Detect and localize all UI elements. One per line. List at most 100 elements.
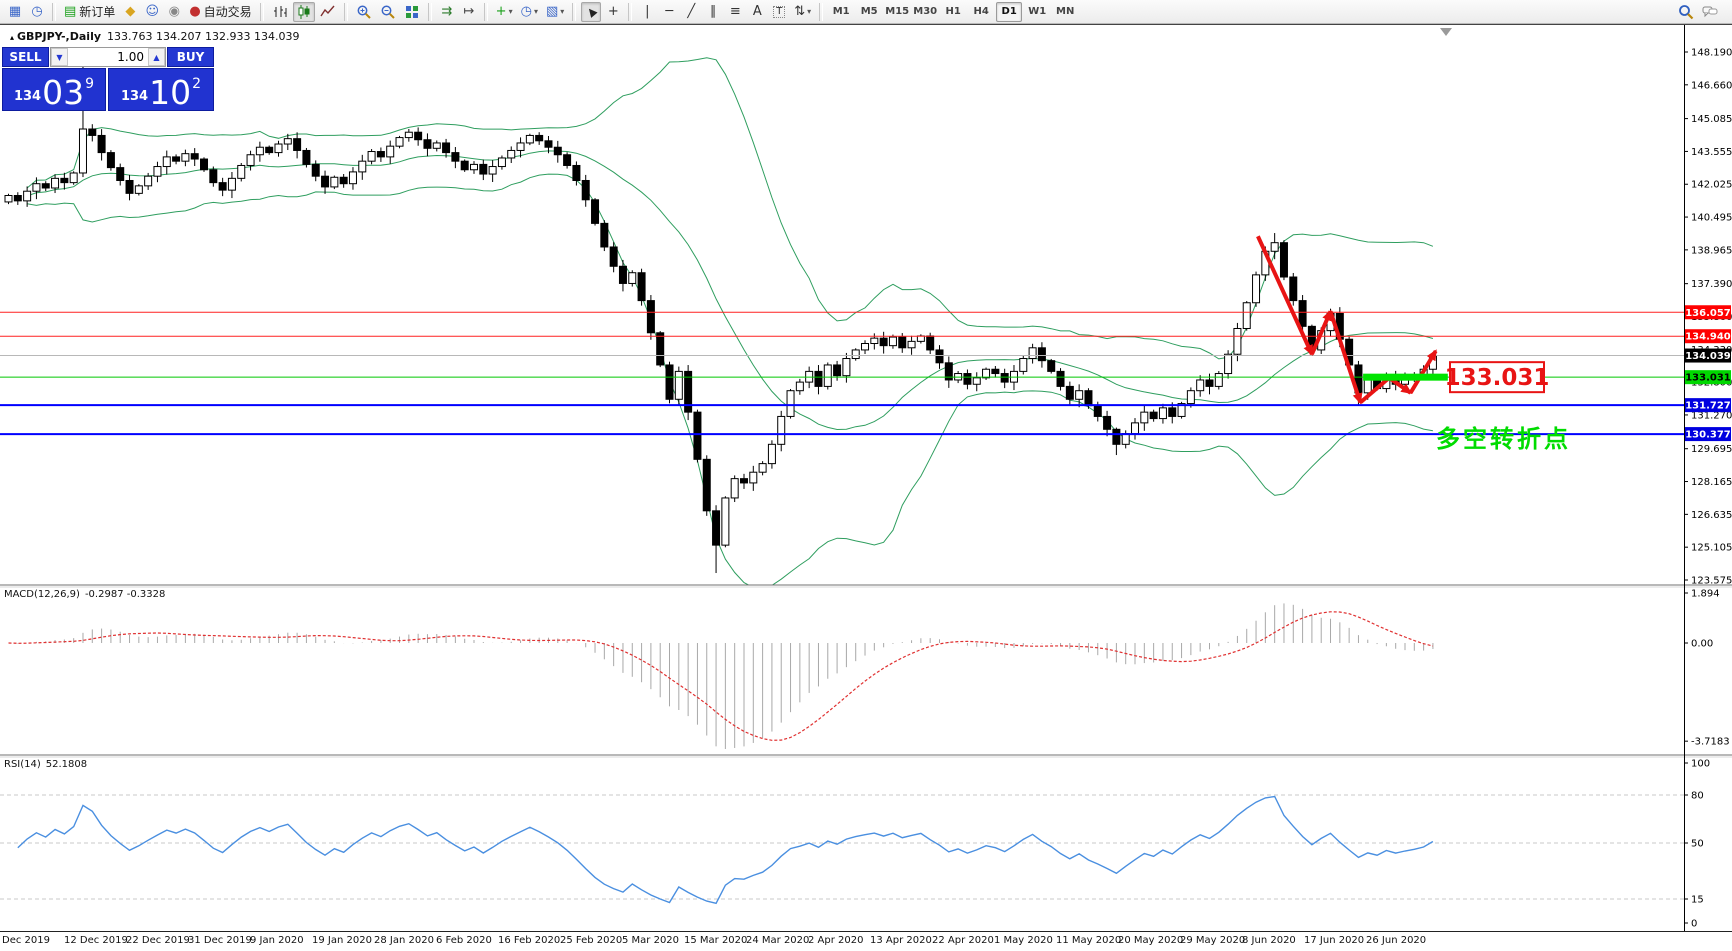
main-pane[interactable]: 133.031 多空转折点 [0, 57, 1684, 588]
auto-scroll-icon: ⇉ [441, 4, 453, 19]
sell-quote[interactable]: 134 03 9 [2, 68, 106, 111]
candlestick-chart-icon [298, 4, 310, 19]
timeframe-h4-button[interactable]: H4 [968, 2, 994, 22]
candlestick-chart-button[interactable] [292, 1, 315, 22]
chart-symbol: GBPJPY-,Daily [17, 30, 102, 43]
timeframe-d1-button[interactable]: D1 [996, 1, 1023, 22]
toolbar-separator [819, 2, 824, 21]
auto-scroll-button[interactable]: ⇉ [437, 2, 457, 22]
equidistant-channel-button[interactable]: ∥ [703, 2, 723, 22]
price-tick: 123.575 [1691, 575, 1732, 586]
toolbar-separator [483, 2, 488, 21]
sell-price-prefix: 134 [13, 89, 42, 104]
expert-advisor-icon: ☺ [145, 4, 160, 19]
volume-stepper[interactable]: ▼ 1.00 ▲ [50, 47, 166, 67]
bar-chart-button[interactable] [269, 2, 291, 22]
volume-value[interactable]: 1.00 [68, 48, 148, 66]
price-tick: 148.190 [1691, 48, 1732, 59]
crosshair-button[interactable]: + [603, 2, 623, 22]
horizontal-line-button[interactable]: ─ [659, 2, 679, 22]
timeframe-m1-button[interactable]: M1 [828, 2, 854, 22]
tile-windows-button[interactable] [401, 2, 423, 22]
timeframe-m5-button[interactable]: M5 [856, 2, 882, 22]
volume-increase-button[interactable]: ▲ [148, 48, 165, 66]
macd-label: MACD(12,26,9) -0.2987 -0.3328 [4, 589, 166, 600]
horizontal-line-icon: ─ [665, 4, 674, 19]
volume-decrease-button[interactable]: ▼ [51, 48, 68, 66]
buy-button[interactable]: BUY [167, 47, 214, 67]
macd-scale-tick: 0.00 [1691, 639, 1713, 650]
timeframe-m15-button[interactable]: M15 [884, 2, 910, 22]
chart-title: ▴ GBPJPY-,Daily 133.763 134.207 132.933 13… [10, 30, 299, 43]
price-badge: 133.031 [1685, 373, 1731, 384]
toolbar-separator [628, 2, 633, 21]
text-icon: A [752, 4, 762, 19]
fibonacci-button[interactable]: ≡ [725, 2, 745, 22]
date-tick: 15 Mar 2020 [684, 935, 748, 946]
eraser-icon: ◆ [125, 4, 136, 19]
new-order-icon: ▤ [64, 4, 77, 19]
profiles-button[interactable]: ◷ [27, 2, 47, 22]
timeframe-h1-button[interactable]: H1 [940, 2, 966, 22]
price-badge: 136.057 [1685, 308, 1731, 319]
chart-canvas[interactable]: 133.031 多空转折点 148.190 146.660 145.085 143.555… [0, 25, 1732, 950]
date-axis[interactable]: Dec 2019 12 Dec 2019 22 Dec 2019 31 Dec 201… [0, 931, 1732, 951]
vertical-line-button[interactable]: | [637, 2, 657, 22]
price-tick: 137.390 [1691, 279, 1732, 290]
templates-button[interactable]: ▧ ▾ [543, 2, 567, 22]
toolbar: ▦ ◷ ▤ 新订单 ◆ ☺ ◉ ● 自动交易 ⇉ ↦ + ▾ ◷ ▾ ▧ ▾ ▲ + | ─ ╱ ∥ ≡ A T ⇅ ▾ M1 M5 M15… [0, 0, 1732, 24]
signal-button[interactable]: ◉ [164, 2, 184, 22]
sell-button[interactable]: SELL [2, 47, 49, 67]
eraser-button[interactable]: ◆ [120, 2, 140, 22]
text-button[interactable]: A [747, 2, 767, 22]
sell-price-big: 03 [42, 72, 85, 112]
rsi-scale-tick: 15 [1691, 895, 1704, 906]
indicators-icon: + [495, 4, 507, 19]
line-chart-button[interactable] [317, 2, 339, 22]
indicators-button[interactable]: + ▾ [493, 2, 516, 22]
chart-shift-marker[interactable] [1440, 28, 1452, 36]
text-label-button[interactable]: T [769, 2, 789, 22]
macd-scale-tick: -3.7183 [1691, 737, 1730, 748]
rsi-value: 52.1808 [45, 759, 88, 770]
chevron-down-icon: ▾ [807, 7, 812, 16]
new-window-button[interactable]: ▦ [5, 2, 25, 22]
chevron-down-icon: ▾ [533, 7, 538, 16]
cursor-button[interactable]: ▲ [581, 1, 602, 22]
auto-trading-icon: ● [189, 4, 201, 19]
auto-trading-button[interactable]: ● 自动交易 [186, 2, 254, 22]
toolbar-separator [427, 2, 432, 21]
timeframe-m30-button[interactable]: M30 [912, 2, 938, 22]
bollinger-middle-band[interactable] [26, 150, 1434, 431]
bull-bear-turning-point-note[interactable]: 多空转折点 [1436, 425, 1571, 453]
chat-button[interactable] [1699, 2, 1721, 22]
new-order-button[interactable]: ▤ 新订单 [61, 2, 118, 22]
macd-signal-line [8, 611, 1434, 741]
price-axis[interactable]: 148.190 146.660 145.085 143.555 142.025 140.4… [1684, 48, 1732, 930]
trendline-button[interactable]: ╱ [681, 2, 701, 22]
date-tick: 9 Jan 2020 [250, 935, 304, 946]
bollinger-upper-band[interactable] [26, 57, 1434, 360]
timeframe-w1-button[interactable]: W1 [1024, 2, 1050, 22]
vertical-line-icon: | [645, 4, 650, 19]
date-tick: 6 Feb 2020 [436, 935, 492, 946]
support-level-bar[interactable] [1363, 373, 1448, 381]
zoom-out-icon [381, 5, 395, 19]
buy-price-prefix: 134 [120, 89, 149, 104]
expert-advisor-button[interactable]: ☺ [142, 2, 162, 22]
rsi-line [17, 795, 1434, 905]
chart-shift-button[interactable]: ↦ [459, 2, 479, 22]
periods-button[interactable]: ◷ ▾ [518, 2, 541, 22]
zoom-out-button[interactable] [377, 2, 399, 22]
buy-quote[interactable]: 134 10 2 [108, 68, 214, 111]
chart-window[interactable]: 133.031 多空转折点 148.190 146.660 145.085 143.555… [0, 24, 1732, 951]
equidistant-channel-icon: ∥ [710, 4, 717, 19]
trendline-icon: ╱ [687, 4, 696, 19]
rsi-label: RSI(14) 52.1808 [4, 759, 88, 770]
timeframe-mn-button[interactable]: MN [1052, 2, 1078, 22]
search-button[interactable] [1675, 2, 1697, 22]
zoom-in-button[interactable] [353, 2, 375, 22]
price-badge: 134.940 [1685, 332, 1731, 343]
arrows-button[interactable]: ⇅ ▾ [791, 2, 814, 22]
rsi-scale-tick: 80 [1691, 791, 1704, 802]
